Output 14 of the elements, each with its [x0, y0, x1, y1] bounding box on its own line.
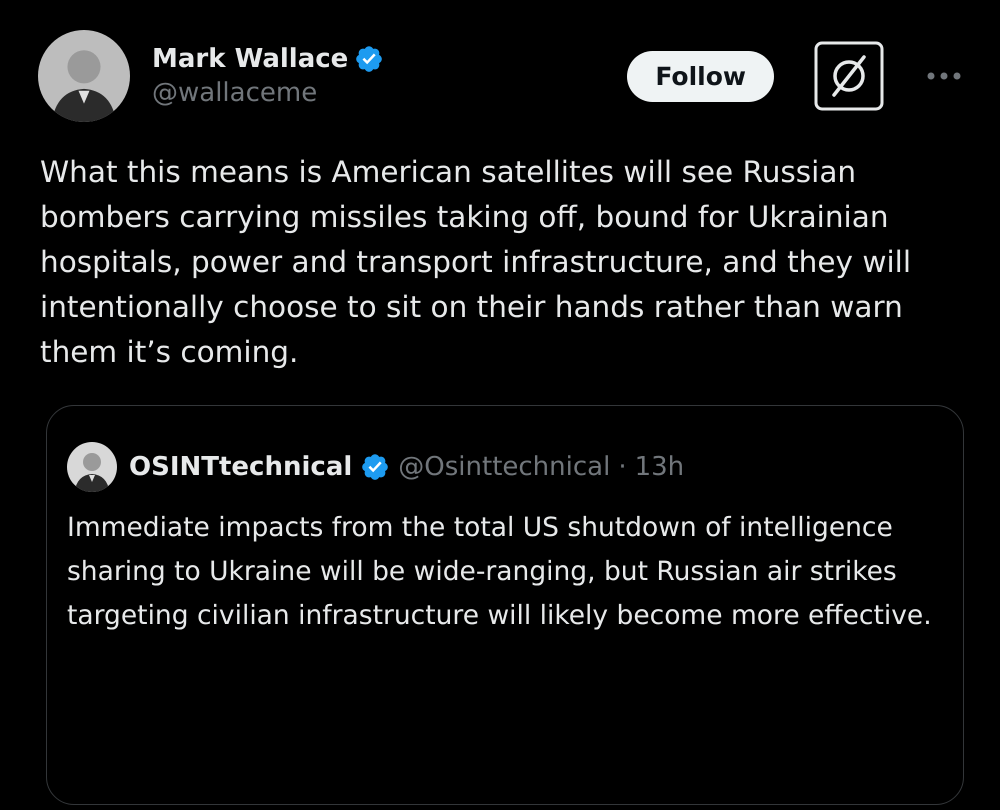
separator-dot: · — [618, 452, 627, 482]
more-icon[interactable] — [926, 70, 962, 82]
follow-button[interactable]: Follow — [627, 50, 774, 102]
verified-badge-icon — [354, 44, 384, 74]
quoted-author-name: OSINTtechnical — [129, 452, 352, 482]
post-text: What this means is American satellites will see Russian bombers carrying missiles taking off, bound for Ukrainian hospitals, power and transport infrastructure, and they will intentionally choose to sit on their hands rather than warn them it’s coming. — [40, 154, 912, 371]
author-handle[interactable]: @wallaceme — [152, 78, 606, 108]
quoted-post-card[interactable] — [46, 405, 964, 805]
verified-badge-icon — [360, 452, 390, 482]
post-time: 13h — [634, 452, 684, 482]
quoted-post-text: Immediate impacts from the total US shutdown of intelligence sharing to Ukraine will be wide-ranging, but Russian air strikes targeting civilian infrastructure will likely become more effective. — [67, 511, 933, 633]
quoted-avatar[interactable] — [67, 442, 117, 492]
quoted-author-handle: @Osinttechnical — [398, 452, 610, 482]
author-name[interactable]: Mark Wallace — [152, 44, 348, 74]
